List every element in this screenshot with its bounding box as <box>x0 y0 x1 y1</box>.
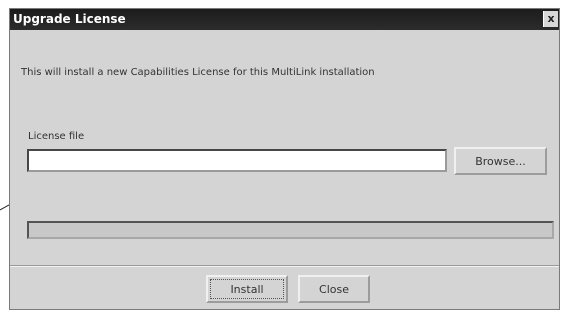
separator <box>10 265 559 267</box>
title-bar[interactable]: Upgrade License x <box>10 9 559 30</box>
dialog-title: Upgrade License <box>13 12 126 26</box>
close-icon[interactable]: x <box>543 11 558 27</box>
browse-button[interactable]: Browse... <box>454 147 547 175</box>
install-button[interactable]: Install <box>206 275 288 303</box>
license-file-label: License file <box>28 131 85 142</box>
license-file-input[interactable] <box>27 149 447 172</box>
upgrade-license-dialog: Upgrade License x This will install a ne… <box>9 8 560 310</box>
install-progress-bar <box>27 221 554 239</box>
close-button[interactable]: Close <box>298 275 370 303</box>
install-message: This will install a new Capabilities Lic… <box>21 67 375 78</box>
